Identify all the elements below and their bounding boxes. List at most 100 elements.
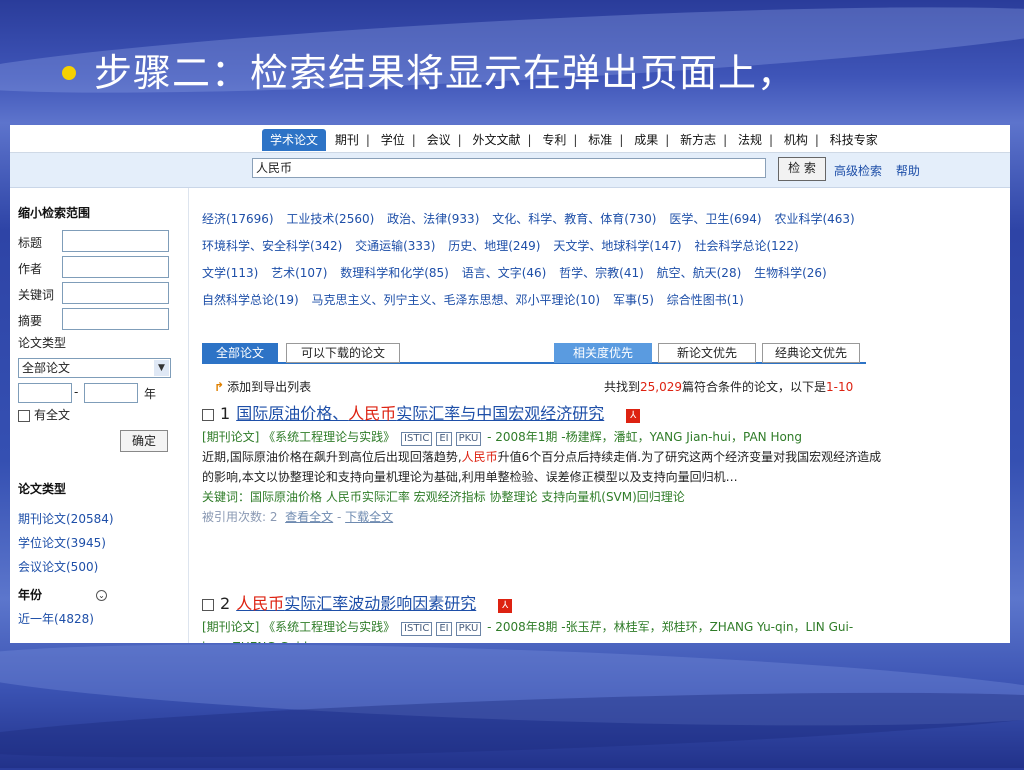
tab-all-papers[interactable]: 全部论文 (202, 343, 278, 363)
category-link[interactable]: 社会科学总论(122) (694, 239, 798, 253)
category-link[interactable]: 生物科学(26) (754, 266, 827, 280)
fulltext-label: 有全文 (34, 408, 71, 422)
category-link[interactable]: 文化、科学、教育、体育(730) (492, 212, 656, 226)
view-fulltext-link[interactable]: 查看全文 (285, 510, 333, 524)
search-button[interactable]: 检 索 (778, 157, 826, 181)
category-link[interactable]: 天文学、地球科学(147) (553, 239, 681, 253)
category-link[interactable]: 历史、地理(249) (448, 239, 540, 253)
tab-standard[interactable]: 标准 (583, 131, 617, 148)
year-dash: - (74, 385, 79, 399)
type-select[interactable]: 全部论文 ▼ (18, 358, 171, 378)
tag-pku: PKU (455, 432, 482, 446)
tag-ei: EI (436, 432, 452, 446)
result-title-link[interactable]: 国际原油价格、人民币实际汇率与中国宏观经济研究 (236, 404, 604, 423)
tag-ei: EI (436, 622, 452, 636)
sort-classic[interactable]: 经典论文优先 (762, 343, 860, 363)
tab-conference[interactable]: 会议 (422, 131, 456, 148)
keyword-field[interactable] (62, 282, 169, 304)
year-from-field[interactable] (18, 383, 72, 403)
abstract-field[interactable] (62, 308, 169, 330)
tab-journal[interactable]: 期刊 (330, 131, 364, 148)
bullet-icon (62, 65, 76, 80)
year-unit: 年 (144, 387, 157, 401)
export-link[interactable]: ↱ 添加到导出列表 (214, 378, 311, 395)
category-link[interactable]: 马克思主义、列宁主义、毛泽东思想、邓小平理论(10) (311, 293, 600, 307)
title-field[interactable] (62, 230, 169, 252)
tab-expert[interactable]: 科技专家 (825, 131, 883, 148)
tab-local-chronicle[interactable]: 新方志 (675, 131, 721, 148)
search-input[interactable]: 人民币 (252, 158, 766, 178)
year-to-field[interactable] (84, 383, 138, 403)
year-link-recent[interactable]: 近一年(4828) (18, 610, 94, 627)
result-checkbox[interactable] (202, 408, 214, 421)
result-count: 共找到25,029篇符合条件的论文，以下是1-10 (604, 380, 854, 394)
type-link-journal[interactable]: 期刊论文(20584) (18, 510, 114, 527)
category-link[interactable]: 文学(113) (202, 266, 258, 280)
category-link[interactable]: 自然科学总论(19) (202, 293, 299, 307)
fulltext-checkbox[interactable] (18, 409, 30, 422)
sort-relevance[interactable]: 相关度优先 (554, 343, 652, 363)
result-checkbox[interactable] (202, 598, 214, 611)
result-item: 1 国际原油价格、人民币实际汇率与中国宏观经济研究 ⅄ [期刊论文] 《系统工程理论… (202, 400, 882, 527)
tab-foreign[interactable]: 外文文献 (468, 131, 526, 148)
category-link[interactable]: 综合性图书(1) (667, 293, 744, 307)
author-field[interactable] (62, 256, 169, 278)
field-label-abstract: 摘要 (18, 314, 43, 328)
top-nav: 学术论文 期刊 | 学位 | 会议 | 外文文献 | 专利 | 标准 | 成果 | 新方志 | … (10, 125, 1010, 153)
cite-count: 被引用次数: 2 (202, 510, 278, 524)
sort-newest[interactable]: 新论文优先 (658, 343, 756, 363)
tag-pku: PKU (455, 622, 482, 636)
chevron-down-icon[interactable]: ▼ (154, 360, 169, 376)
tab-degree[interactable]: 学位 (376, 131, 410, 148)
tab-institution[interactable]: 机构 (779, 131, 813, 148)
tab-patent[interactable]: 专利 (537, 131, 571, 148)
sidebar: 缩小检索范围 标题 作者 关键词 摘要 论文类型 全部论文 ▼ - 年 有全文 确… (10, 188, 189, 643)
result-title-link[interactable]: 人民币实际汇率波动影响因素研究 (236, 594, 476, 613)
category-link[interactable]: 数理科学和化学(85) (340, 266, 449, 280)
tab-achievement[interactable]: 成果 (629, 131, 663, 148)
type-link-conference[interactable]: 会议论文(500) (18, 558, 98, 575)
slide-title: 步骤二：检索结果将显示在弹出页面上， (62, 42, 796, 97)
result-meta: [期刊论文] 《系统工程理论与实践》 ISTIC EI PKU - 2008年1期 … (202, 430, 803, 446)
pdf-icon[interactable]: ⅄ (498, 599, 513, 613)
download-fulltext-link[interactable]: 下载全文 (345, 510, 393, 524)
filter-bar: 全部论文 可以下载的论文 相关度优先 新论文优先 经典论文优先 (202, 340, 866, 364)
fulltext-option[interactable]: 有全文 (18, 406, 70, 423)
tag-istic: ISTIC (401, 432, 433, 446)
category-link[interactable]: 军事(5) (613, 293, 654, 307)
category-link[interactable]: 经济(17696) (202, 212, 274, 226)
type-link-degree[interactable]: 学位论文(3945) (18, 534, 106, 551)
category-link[interactable]: 艺术(107) (271, 266, 327, 280)
help-link[interactable]: 帮助 (896, 164, 920, 178)
result-title: 1 国际原油价格、人民币实际汇率与中国宏观经济研究 ⅄ (202, 400, 882, 424)
category-list: 经济(17696) 工业技术(2560) 政治、法律(933) 文化、科学、教育… (202, 206, 872, 314)
category-link[interactable]: 政治、法律(933) (387, 212, 479, 226)
category-link[interactable]: 交通运输(333) (355, 239, 435, 253)
category-link[interactable]: 农业科学(463) (774, 212, 854, 226)
category-link[interactable]: 语言、文字(46) (462, 266, 547, 280)
search-bar: 人民币 检 索 高级检索 帮助 (10, 153, 1010, 188)
screenshot-panel: 学术论文 期刊 | 学位 | 会议 | 外文文献 | 专利 | 标准 | 成果 | 新方志 | … (10, 125, 1010, 643)
advanced-search-link[interactable]: 高级检索 (834, 164, 882, 178)
result-item: 2 人民币实际汇率波动影响因素研究 ⅄ [期刊论文] 《系统工程理论与实践》 IST… (202, 590, 882, 643)
tab-downloadable[interactable]: 可以下载的论文 (286, 343, 400, 363)
result-cite: 被引用次数: 2 查看全文 - 下载全文 (202, 510, 394, 524)
confirm-button[interactable]: 确定 (120, 430, 168, 452)
slide-title-text: 步骤二：检索结果将显示在弹出页面上， (94, 51, 797, 95)
tag-istic: ISTIC (401, 622, 433, 636)
year-section-title: 年份 (18, 588, 43, 602)
count-range: 1-10 (826, 380, 854, 394)
category-link[interactable]: 哲学、宗教(41) (559, 266, 644, 280)
tab-academic[interactable]: 学术论文 (262, 129, 327, 151)
tab-law[interactable]: 法规 (733, 131, 767, 148)
collapse-icon[interactable]: ⌄ (96, 590, 107, 601)
category-link[interactable]: 航空、航天(28) (657, 266, 742, 280)
nav-tabs: 学术论文 期刊 | 学位 | 会议 | 外文文献 | 专利 | 标准 | 成果 | 新方志 | … (262, 129, 883, 151)
category-link[interactable]: 环境科学、安全科学(342) (202, 239, 342, 253)
category-link[interactable]: 工业技术(2560) (286, 212, 374, 226)
category-link[interactable]: 医学、卫生(694) (669, 212, 761, 226)
result-abstract: 近期,国际原油价格在飙升到高位后出现回落趋势,人民币升值6个百分点后持续走俏.为… (202, 450, 882, 484)
pdf-icon[interactable]: ⅄ (626, 409, 641, 423)
field-label-author: 作者 (18, 262, 43, 276)
count-number: 25,029 (640, 380, 683, 394)
